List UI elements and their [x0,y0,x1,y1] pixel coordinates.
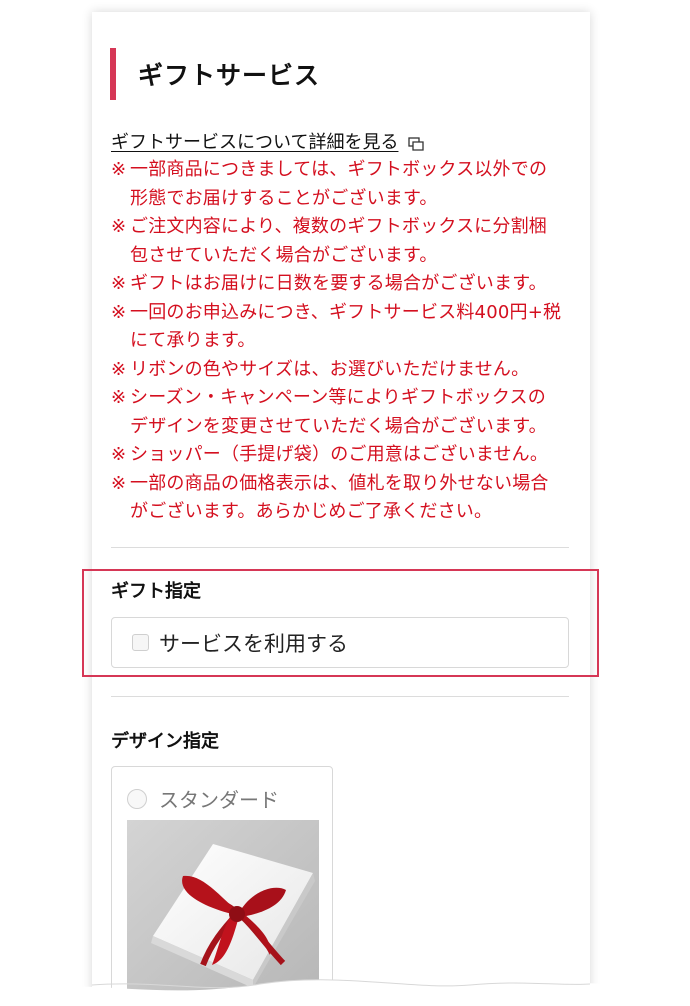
note-line: ご注文内容により、複数のギフトボックスに分割梱 [130,216,547,237]
gift-note-item: ※ 一部の商品の価格表示は、値札を取り外せない場合 がございます。あらかじめご了承く… [111,470,581,527]
note-line: 形態でお届けすることがございます。 [130,187,438,209]
gift-service-title: ギフトサービス [138,61,321,90]
note-mark: ※ [111,273,127,294]
design-designation-title: デザイン指定 [111,731,219,752]
note-line: にて承ります。 [130,330,256,351]
design-option-standard-radio[interactable] [127,788,147,809]
gift-service-detail-link[interactable]: ギフトサービスについて詳細を見る [111,129,425,156]
note-line: ギフトはお届けに日数を要する場合がございます。 [130,273,547,294]
note-line: 包させていただく場合がございます。 [130,244,438,266]
external-window-icon[interactable] [408,136,425,151]
gift-note-item: ※ ご注文内容により、複数のギフトボックスに分割梱 包させていただく場合がございます… [111,213,581,270]
note-line: がございます。あらかじめご了承ください。 [130,501,493,522]
gift-note-item: ※ 一回のお申込みにつき、ギフトサービス料400円+税 にて承ります。 [111,299,581,356]
note-mark: ※ [111,358,127,380]
note-mark: ※ [111,216,127,237]
gift-note-item: ※ ギフトはお届けに日数を要する場合がございます。 [111,270,581,299]
bottom-torn-edge [0,979,690,1006]
note-line: 一部の商品の価格表示は、値札を取り外せない場合 [130,472,549,494]
gift-service-detail-link-label[interactable]: ギフトサービスについて詳細を見る [111,129,398,156]
note-mark: ※ [111,444,127,465]
note-mark: ※ [111,387,127,408]
gift-note-item: ※ 一部商品につきましては、ギフトボックス以外での 形態でお届けすることがございます… [111,156,581,213]
gift-notes-list: ※ 一部商品につきましては、ギフトボックス以外での 形態でお届けすることがございます… [111,156,581,527]
use-gift-service-option[interactable]: サービスを利用する [111,617,569,668]
note-line: ショッパー（手提げ袋）のご用意はございません。 [130,444,549,465]
gift-note-item: ※ リボンの色やサイズは、お選びいただけません。 [111,356,581,385]
note-line: デザインを変更させていただく場合がございます。 [130,415,547,437]
gift-note-item: ※ ショッパー（手提げ袋）のご用意はございません。 [111,441,581,470]
design-option-standard-selector[interactable]: スタンダード [127,784,279,813]
design-option-standard-label[interactable]: スタンダード [159,784,279,813]
gift-designation-title: ギフト指定 [111,581,201,602]
note-mark: ※ [111,472,127,494]
gift-service-page: ギフトサービス ギフトサービスについて詳細を見る ※ 一部商品につきましては、ギフ… [0,0,690,1006]
note-line: リボンの色やサイズは、お選びいただけません。 [130,358,530,380]
section-divider [111,696,569,697]
gift-service-notes: ギフトサービスについて詳細を見る ※ 一部商品につきましては、ギフトボックス以外で… [111,129,581,527]
note-line: 一回のお申込みにつき、ギフトサービス料400円+税 [130,301,562,323]
use-gift-service-checkbox[interactable] [132,634,149,651]
gift-note-item: ※ シーズン・キャンペーン等によりギフトボックスの デザインを変更させていただく場合… [111,384,581,441]
note-line: 一部商品につきましては、ギフトボックス以外での [130,159,548,180]
note-line: シーズン・キャンペーン等によりギフトボックスの [130,387,546,408]
note-mark: ※ [111,301,127,323]
use-gift-service-label[interactable]: サービスを利用する [159,628,348,658]
gift-service-heading: ギフトサービス [110,48,320,100]
section-divider [111,547,569,548]
note-mark: ※ [111,159,127,180]
